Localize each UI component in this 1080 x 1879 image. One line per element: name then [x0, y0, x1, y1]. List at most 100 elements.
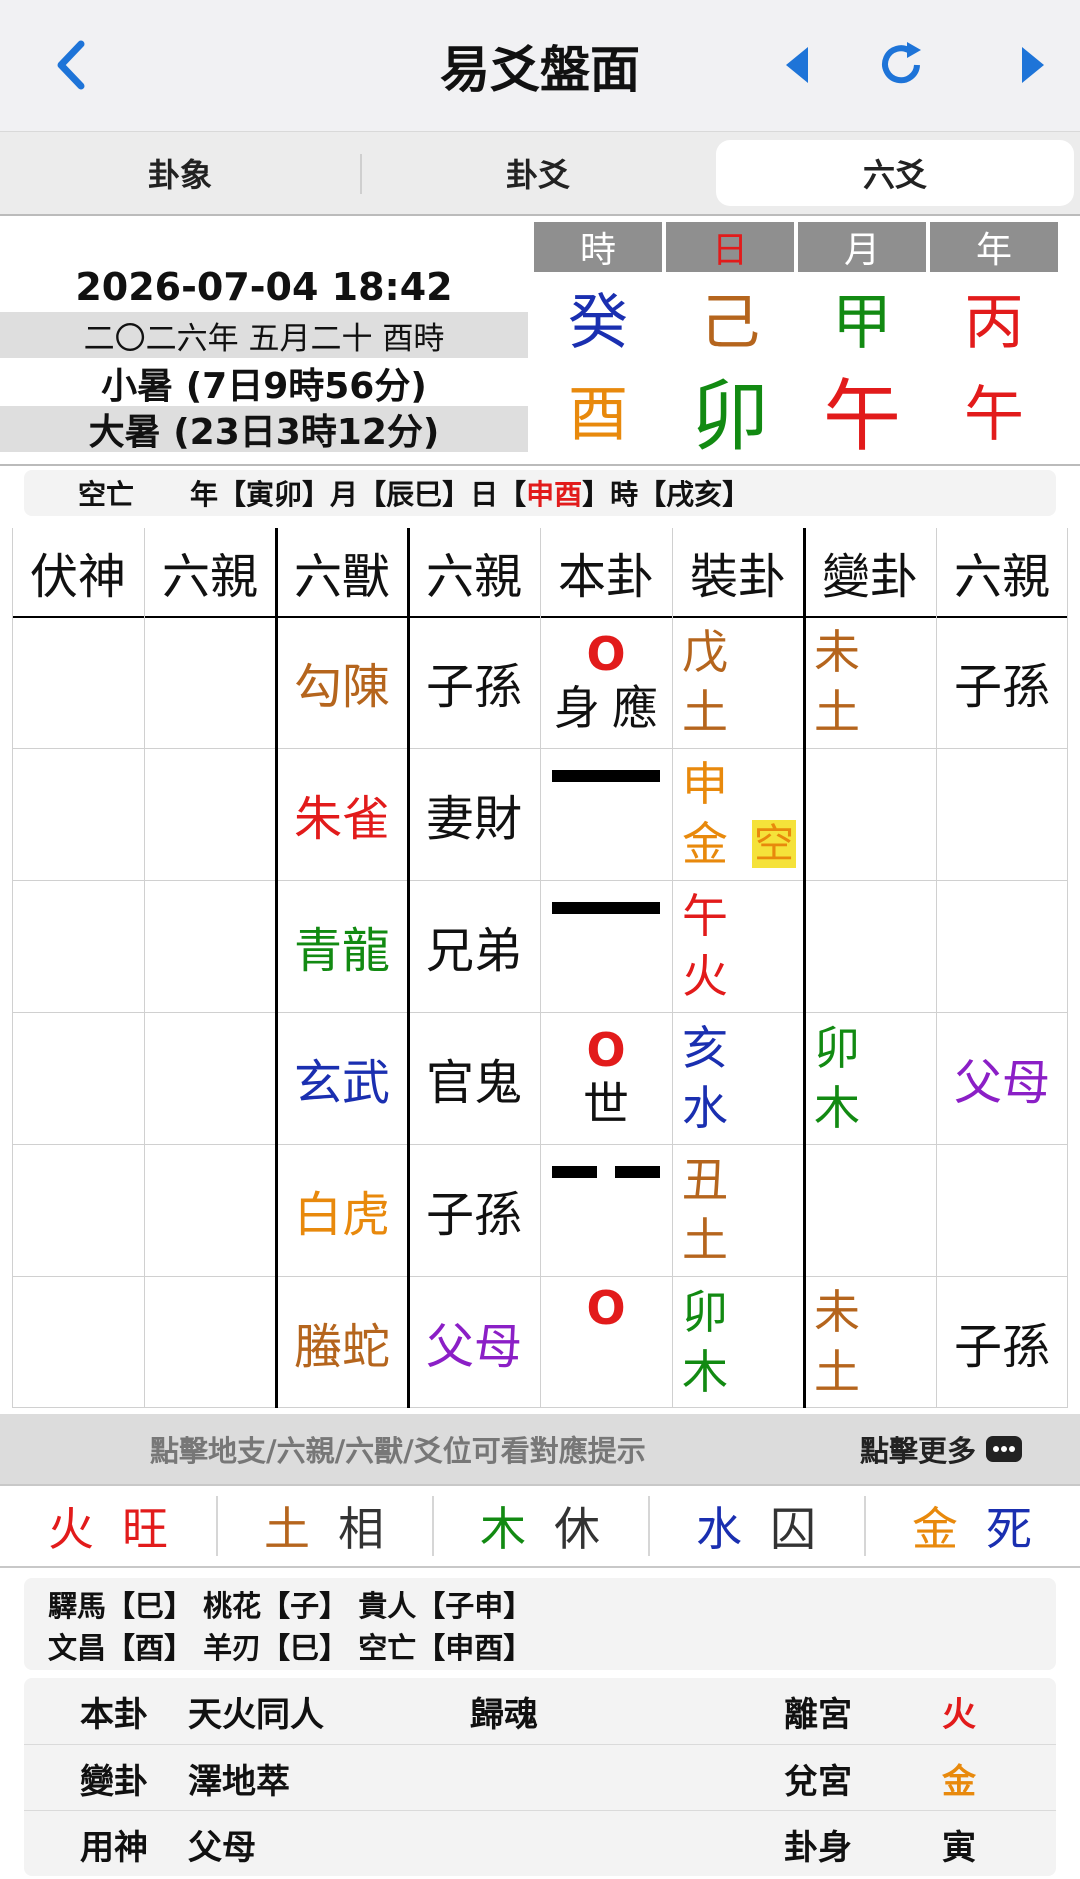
branch-char: 亥	[682, 1021, 728, 1075]
branch-cell[interactable]: 午 火	[672, 880, 804, 1012]
moving-mark: O	[586, 1023, 626, 1077]
palace-name: 離宮	[784, 1694, 852, 1735]
branch-cell[interactable]: 丑 土	[672, 1144, 804, 1276]
changed-stack: 未 土	[814, 1282, 860, 1402]
row-label: 用神	[80, 1827, 148, 1868]
element-char: 水	[682, 1081, 728, 1135]
kin-cell[interactable]: 子孫	[408, 616, 540, 748]
beast-cell[interactable]: 螣蛇	[276, 1276, 408, 1408]
auspicious-stars-panel: 驛馬【巳】 桃花【子】 貴人【子申】 文昌【酉】 羊刃【巳】 空亡【申酉】	[24, 1578, 1056, 1670]
element-state-water[interactable]: 水 囚	[648, 1486, 864, 1566]
refresh-button[interactable]	[872, 30, 932, 100]
element-state-wood[interactable]: 木 休	[432, 1486, 648, 1566]
element-state-metal[interactable]: 金 死	[864, 1486, 1080, 1566]
tab-six-lines[interactable]: 六爻	[716, 140, 1074, 206]
changed-kin-cell[interactable]: 子孫	[936, 1276, 1068, 1408]
month-stem[interactable]: 甲	[798, 274, 926, 361]
branch-char: 戊	[682, 625, 728, 679]
more-label: 點擊更多	[860, 1434, 977, 1468]
header-kin: 六親	[425, 549, 522, 605]
pillar-head-year: 年	[930, 222, 1058, 272]
prev-triangle-icon	[786, 47, 808, 83]
kin-cell[interactable]: 妻財	[408, 748, 540, 880]
use-god-value[interactable]: 父母	[188, 1811, 256, 1877]
yao-cell[interactable]	[540, 1144, 672, 1276]
kin-cell[interactable]: 子孫	[408, 1144, 540, 1276]
beast-cell[interactable]: 青龍	[276, 880, 408, 1012]
kin-cell[interactable]: 兄弟	[408, 880, 540, 1012]
yao-cell[interactable]	[540, 748, 672, 880]
changed-kin-cell[interactable]: 子孫	[936, 616, 1068, 748]
changed-cell[interactable]: 未 土	[804, 1276, 936, 1408]
year-stem[interactable]: 丙	[930, 274, 1058, 361]
changed-stack: 未 土	[814, 622, 860, 742]
month-branch[interactable]: 午	[798, 354, 926, 466]
refresh-icon	[882, 42, 921, 84]
void-branches-bar: 空亡 年 【寅卯】 月 【辰巳】 日 【 申酉 】 時 【戌亥】	[24, 470, 1056, 516]
beast-cell[interactable]: 白虎	[276, 1144, 408, 1276]
branch-cell[interactable]: 卯 木	[672, 1276, 804, 1408]
stars-line-1: 驛馬【巳】 桃花【子】 貴人【子申】	[48, 1589, 533, 1623]
void-hour-label: 時	[610, 478, 639, 511]
header-main-hexagram: 本卦	[557, 549, 654, 605]
element-name: 土	[264, 1502, 310, 1556]
app-header: 易爻盤面	[0, 0, 1080, 132]
body-mark: 身	[554, 681, 600, 735]
beast-cell[interactable]: 朱雀	[276, 748, 408, 880]
kin-cell[interactable]: 官鬼	[408, 1012, 540, 1144]
branch-stack: 卯 木	[682, 1282, 728, 1402]
next-triangle-icon	[1022, 47, 1044, 83]
changed-kin-cell[interactable]: 父母	[936, 1012, 1068, 1144]
branch-stack: 丑 土	[682, 1150, 728, 1270]
element-state-fire[interactable]: 火 旺	[0, 1486, 216, 1566]
changed-cell[interactable]: 卯 木	[804, 1012, 936, 1144]
branch-stack: 午 火	[682, 886, 728, 1006]
summary-row-main: 本卦 天火同人 歸魂 離宮 火	[24, 1678, 1056, 1744]
yao-cell[interactable]: O 身 應	[540, 616, 672, 748]
tab-hexagram[interactable]: 卦象	[0, 140, 360, 206]
element-state-earth[interactable]: 土 相	[216, 1486, 432, 1566]
hint-text: 點擊地支/六親/六獸/爻位可看對應提示	[150, 1434, 646, 1468]
col-divider	[12, 528, 13, 1408]
element-char: 木	[682, 1345, 728, 1399]
kin-cell[interactable]: 父母	[408, 1276, 540, 1408]
yao-cell[interactable]: O	[540, 1276, 672, 1408]
element-state: 旺	[122, 1502, 168, 1556]
element-name: 火	[48, 1502, 94, 1556]
day-stem[interactable]: 己	[666, 274, 794, 361]
changed-element-char: 土	[814, 1345, 860, 1399]
tab-bar: 卦象 卦爻 六爻	[0, 132, 1080, 214]
changed-cell[interactable]: 未 土	[804, 616, 936, 748]
date-info-panel: 2026-07-04 18:42 二〇二六年 五月二十 酉時 小暑 (7日9時5…	[0, 214, 1080, 466]
hour-stem[interactable]: 癸	[534, 274, 662, 361]
hexagram-name[interactable]: 天火同人	[188, 1678, 324, 1744]
beast-cell[interactable]: 勾陳	[276, 616, 408, 748]
header-kin-hidden: 六親	[161, 549, 258, 605]
more-button[interactable]: 點擊更多	[860, 1414, 1023, 1484]
year-branch[interactable]: 午	[930, 366, 1058, 453]
changed-branch-char: 未	[814, 1285, 860, 1339]
yang-line	[552, 902, 660, 914]
element-state: 休	[554, 1502, 600, 1556]
branch-cell[interactable]: 申 金 空	[672, 748, 804, 880]
branch-cell[interactable]: 亥 水	[672, 1012, 804, 1144]
element-char: 土	[682, 685, 728, 739]
col-divider	[144, 528, 145, 1408]
next-button[interactable]	[1008, 30, 1058, 100]
yao-cell[interactable]	[540, 880, 672, 1012]
beast-cell[interactable]: 玄武	[276, 1012, 408, 1144]
header-hidden-spirit: 伏神	[29, 549, 126, 605]
hexagram-name[interactable]: 澤地萃	[188, 1745, 290, 1811]
tab-lines[interactable]: 卦爻	[360, 140, 716, 206]
prev-button[interactable]	[772, 30, 822, 100]
hour-branch[interactable]: 酉	[534, 366, 662, 453]
branch-cell[interactable]: 戊 土	[672, 616, 804, 748]
palace-element: 金	[942, 1761, 976, 1802]
solar-term-next: 大暑 (23日3時12分)	[0, 406, 528, 453]
hexagram-body-value: 寅	[942, 1827, 976, 1868]
empty-badge: 空	[752, 820, 796, 868]
yao-cell[interactable]: O 世	[540, 1012, 672, 1144]
day-branch[interactable]: 卯	[666, 354, 794, 466]
solar-term-current: 小暑 (7日9時56分)	[101, 366, 427, 407]
summary-row-changed: 變卦 澤地萃 兌宮 金	[24, 1744, 1056, 1810]
